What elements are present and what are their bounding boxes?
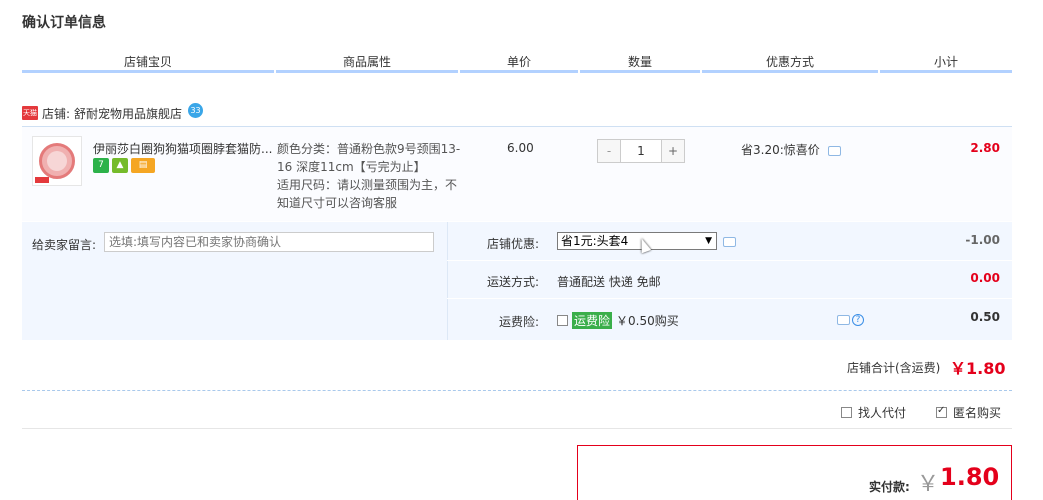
shipping-method: 普通配送 快递 免邮 [557,275,661,289]
seller-memo-label: 给卖家留言: [32,238,97,252]
seller-memo-input[interactable] [104,232,434,252]
proxy-pay-checkbox[interactable] [841,407,852,418]
options-row-divider [447,260,1012,261]
column-header-subtotal: 小计 [933,55,958,69]
product-image-label [35,177,49,183]
options-divider [447,222,448,340]
quantity-stepper: - + [597,139,685,163]
shop-discount-label: 店铺优惠: [487,237,540,251]
guarantee-shield-icon[interactable]: ▲ [112,158,128,173]
chat-bubble-icon[interactable]: 33 [188,102,204,118]
discount-label: 省3.20:惊喜价 [741,143,820,157]
service-icons: 7 ▲ ▤ [93,158,155,173]
quantity-input[interactable] [620,140,662,162]
tmall-badge-icon: 天猫 [22,106,38,120]
column-separator [578,70,580,73]
column-header-unit-price: 单价 [506,55,531,69]
insurance-tag: 运费险 [572,312,613,329]
column-header-attributes: 商品属性 [342,55,391,69]
proxy-pay-label: 找人代付 [858,406,907,420]
shop-total-divider [22,390,1012,391]
product-title-link[interactable]: 伊丽莎白圈狗狗猫项圈脖套猫防... [93,140,273,157]
column-header-quantity: 数量 [627,55,652,69]
insurance-label: 运费险: [499,315,540,329]
payment-divider [22,428,1012,429]
product-image-core [47,151,67,171]
column-separator [700,70,702,73]
options-row-divider [447,298,1012,299]
column-separator [274,70,276,73]
help-icon[interactable]: ? [852,314,864,326]
product-attributes: 颜色分类：普通粉色款9号颈围13-16 深度11cm【亏完为止】 适用尺码：请以… [277,140,467,212]
column-separator [878,70,880,73]
discount-info-icon[interactable] [827,145,841,156]
insurance-cost: 0.50 [970,310,1000,324]
shop-discount-selected: 省1元:头套4 [561,234,629,248]
shop-discount-value: -1.00 [965,233,1000,247]
product-thumbnail[interactable] [32,136,82,186]
shipping-cost: 0.00 [970,271,1000,285]
insurance-checkbox[interactable] [557,315,568,326]
seven-day-return-icon[interactable]: 7 [93,158,109,173]
anonymous-label: 匿名购买 [953,406,1002,420]
insurance-info-icon[interactable] [837,315,850,325]
column-header-item: 店铺宝贝 [123,55,172,69]
shop-discount-info-icon[interactable] [723,237,736,247]
unit-price: 6.00 [507,141,534,155]
attribute-color: 颜色分类：普通粉色款9号颈围13-16 深度11cm【亏完为止】 [277,142,461,174]
final-amount-label: 实付款: [869,480,910,494]
anonymous-option[interactable]: 匿名购买 [936,404,1001,421]
final-amount-value: 1.80 [940,463,1000,491]
item-subtotal: 2.80 [970,141,1000,155]
shop-row: 天猫 店铺: 舒耐宠物用品旗舰店 33 [22,102,204,122]
discount-info: 省3.20:惊喜价 [741,141,841,158]
attribute-size: 适用尺码：请以测量颈围为主，不知道尺寸可以咨询客服 [277,178,458,210]
shop-label: 店铺: [42,106,71,121]
shipping-label: 运送方式: [487,275,540,289]
page-title: 确认订单信息 [22,15,106,31]
column-separator [458,70,460,73]
quantity-decrease-button[interactable]: - [598,140,620,162]
insurance-option: 运费险 ￥0.50购买 [557,312,679,329]
credit-card-icon[interactable]: ▤ [131,158,155,173]
shop-total-value: ￥1.80 [950,359,1006,378]
chevron-down-icon: ▼ [705,236,712,246]
anonymous-checkbox[interactable] [936,405,947,418]
shop-name-link[interactable]: 舒耐宠物用品旗舰店 [74,105,182,122]
column-header-underline [22,70,1012,73]
quantity-increase-button[interactable]: + [662,140,684,162]
proxy-pay-option[interactable]: 找人代付 [841,404,906,421]
final-currency: ￥ [917,472,940,497]
shop-total-label: 店铺合计(含运费) [847,361,941,375]
column-header-discount: 优惠方式 [765,55,814,69]
insurance-price: ￥0.50购买 [616,314,679,328]
